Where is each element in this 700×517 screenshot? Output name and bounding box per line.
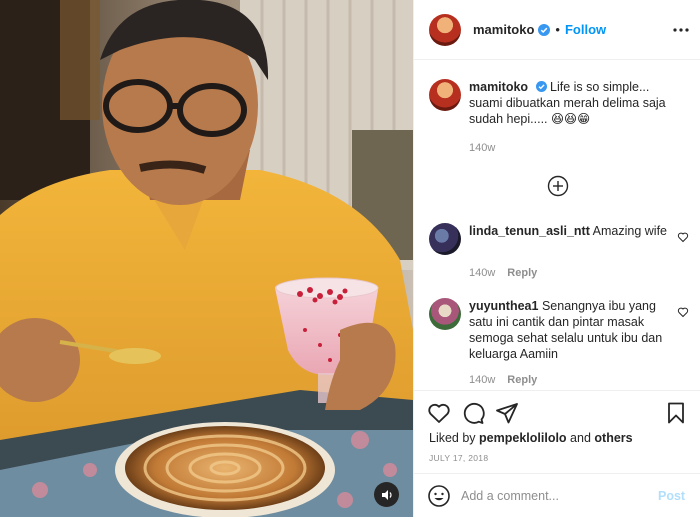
avatar[interactable] [429,13,461,46]
sound-icon [381,489,392,500]
comment-time: 140w [469,267,496,279]
comment-text: linda_tenun_asli_ntt Amazing wife [469,223,674,239]
comment-text: yuyunthea1 Senangnya ibu yang satu ini c… [469,298,674,362]
list-item: yuyunthea1 Senangnya ibu yang satu ini c… [429,298,689,388]
list-item: linda_tenun_asli_ntt Amazing wife 140w Re… [429,223,689,283]
post-button[interactable]: Post [658,489,685,503]
caption-text: mamitoko Life is so simple... suami dibu… [469,79,674,127]
comment-meta: 140w Reply [469,374,537,386]
reply-button[interactable]: Reply [507,267,537,279]
sound-toggle-button[interactable] [374,482,399,507]
heart-icon[interactable] [677,231,689,243]
likes-summary: Liked by pempeklolilolo and others [429,431,633,445]
likes-prefix: Liked by [429,431,476,445]
caption-meta: 140w [469,142,495,154]
avatar[interactable] [429,79,461,111]
verified-badge-icon [535,81,547,92]
likes-others[interactable]: others [594,431,632,445]
comment-username[interactable]: linda_tenun_asli_ntt [469,224,590,238]
emoji-icon[interactable] [427,484,451,508]
likes-connector: and [570,431,591,445]
heart-icon[interactable] [677,306,689,318]
comment-time: 140w [469,374,496,386]
comments-list[interactable]: mamitoko Life is so simple... suami dibu… [414,61,700,390]
post-date: JULY 17, 2018 [429,453,489,463]
post-header: mamitoko • Follow [414,0,700,60]
caption-time: 140w [469,142,496,154]
add-comment-bar: Post [414,473,700,517]
save-bookmark-icon[interactable] [664,401,688,425]
verified-badge-icon [538,23,551,36]
more-options-icon[interactable] [672,22,690,38]
post-modal: mamitoko • Follow mamitoko Life is so si… [0,0,700,517]
comment-icon[interactable] [461,401,485,425]
load-more-plus-icon[interactable] [547,175,569,197]
header-username[interactable]: mamitoko [473,22,534,37]
avatar[interactable] [429,223,461,255]
comment-input[interactable] [461,488,646,503]
comment-username[interactable]: yuyunthea1 [469,299,538,313]
post-media[interactable] [0,0,413,517]
post-photo [0,0,413,517]
comment-body: Amazing wife [592,224,667,238]
post-actions: Liked by pempeklolilolo and others JULY … [414,390,700,472]
post-sidebar: mamitoko • Follow mamitoko Life is so si… [413,0,700,517]
header-separator: • [555,22,560,37]
comment-meta: 140w Reply [469,267,537,279]
avatar[interactable] [429,298,461,330]
reply-button[interactable]: Reply [507,374,537,386]
share-icon[interactable] [495,401,519,425]
heart-icon[interactable] [427,401,451,425]
caption-item: mamitoko Life is so simple... suami dibu… [429,79,689,169]
caption-username[interactable]: mamitoko [469,80,528,94]
likes-user[interactable]: pempeklolilolo [479,431,567,445]
follow-button[interactable]: Follow [565,22,606,37]
